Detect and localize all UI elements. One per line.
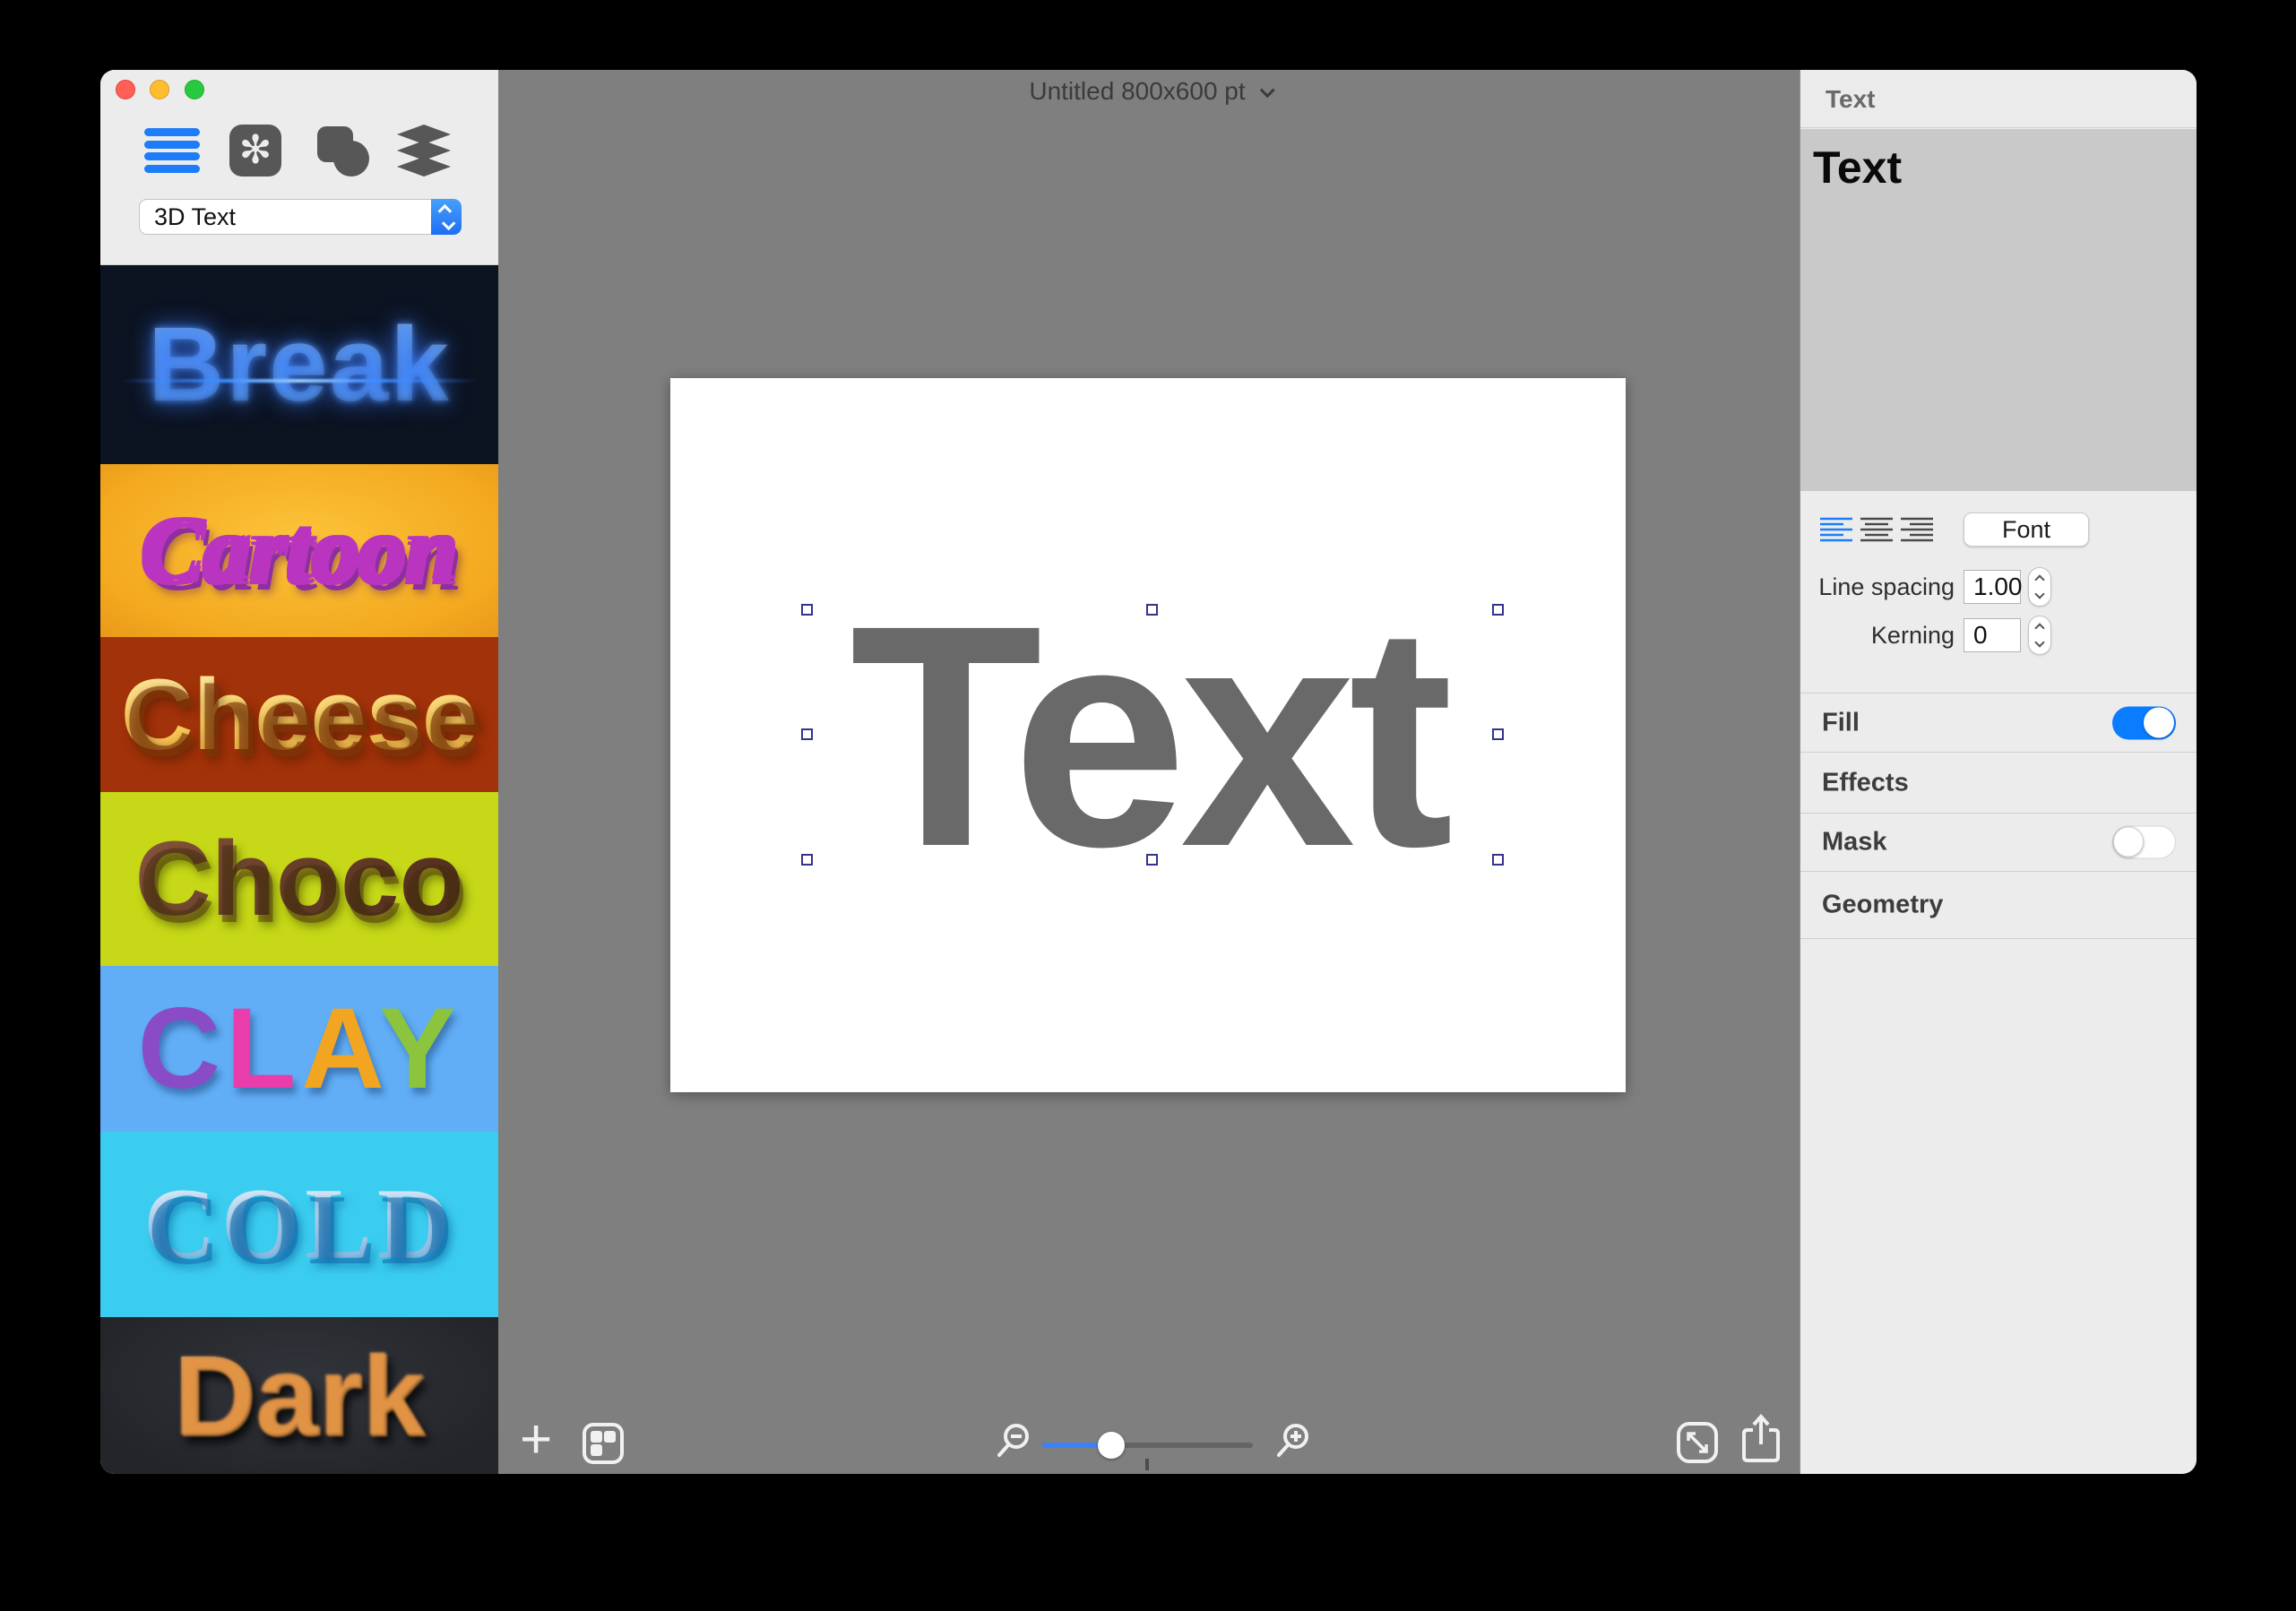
inspector-title: Text bbox=[1800, 70, 2197, 128]
styles-icon[interactable]: ✻ bbox=[227, 124, 284, 177]
glow-beam bbox=[120, 378, 479, 383]
sidebar: ✻ 3D Text Break Cartoon Cheese Choco CLA… bbox=[100, 70, 498, 1474]
section-effects[interactable]: Effects bbox=[1800, 752, 2197, 813]
add-object-button[interactable]: + bbox=[520, 1412, 552, 1468]
shapes-icon[interactable] bbox=[314, 124, 371, 177]
align-center-button[interactable] bbox=[1860, 516, 1894, 545]
section-mask[interactable]: Mask bbox=[1800, 813, 2197, 871]
font-button[interactable]: Font bbox=[1964, 513, 2089, 547]
fill-toggle[interactable] bbox=[2112, 706, 2176, 739]
preset-category-dropdown[interactable]: 3D Text bbox=[139, 199, 462, 235]
resize-handle[interactable] bbox=[1146, 604, 1158, 616]
align-left-button[interactable] bbox=[1820, 516, 1854, 545]
clay-letter-0: C bbox=[137, 985, 227, 1113]
artboard[interactable]: Text bbox=[670, 378, 1626, 1092]
preset-cheese[interactable]: Cheese bbox=[100, 637, 498, 792]
align-right-button[interactable] bbox=[1899, 516, 1933, 545]
preset-dark[interactable]: Dark bbox=[100, 1317, 498, 1474]
dropdown-value: 3D Text bbox=[154, 202, 237, 230]
selection-box bbox=[801, 604, 1504, 866]
sidebar-toolbar: ✻ bbox=[100, 124, 498, 177]
line-spacing-label: Line spacing bbox=[1818, 573, 1955, 600]
zoom-center-tick bbox=[1145, 1459, 1149, 1470]
content-list-icon[interactable] bbox=[143, 124, 201, 177]
app-window: Untitled 800x600 pt Text + ✻ 3D Text Bre… bbox=[100, 70, 2197, 1474]
resize-handle[interactable] bbox=[801, 604, 813, 616]
dropdown-stepper-icon bbox=[431, 199, 462, 235]
section-fill[interactable]: Fill bbox=[1800, 693, 2197, 752]
kerning-input[interactable]: 0 bbox=[1964, 618, 2021, 652]
section-geometry[interactable]: Geometry bbox=[1800, 871, 2197, 939]
line-spacing-input[interactable]: 1.00 bbox=[1964, 570, 2023, 604]
resize-handle[interactable] bbox=[1492, 604, 1504, 616]
resize-handle[interactable] bbox=[801, 854, 813, 866]
zoom-out-icon[interactable] bbox=[995, 1421, 1032, 1459]
resize-handle[interactable] bbox=[1146, 854, 1158, 866]
clay-letter-3: Y bbox=[378, 985, 462, 1113]
zoom-slider[interactable] bbox=[1042, 1432, 1253, 1459]
preset-break[interactable]: Break bbox=[100, 265, 498, 464]
minimize-button[interactable] bbox=[150, 80, 169, 99]
clay-letter-2: A bbox=[301, 985, 379, 1113]
layers-icon[interactable] bbox=[395, 124, 453, 177]
clay-letter-1: L bbox=[226, 985, 302, 1113]
canvas-area: Untitled 800x600 pt Text + bbox=[498, 70, 1800, 1474]
preset-clay[interactable]: CLAY bbox=[100, 966, 498, 1132]
close-button[interactable] bbox=[116, 80, 135, 99]
inspector-panel: Text Text Font Line spacing 1.00 Kerning… bbox=[1800, 70, 2197, 1474]
zoom-window-button[interactable] bbox=[185, 80, 204, 99]
mask-toggle[interactable] bbox=[2112, 825, 2176, 859]
resize-handle[interactable] bbox=[801, 728, 813, 740]
text-content-editor[interactable]: Text bbox=[1800, 129, 2197, 491]
fullscreen-icon[interactable] bbox=[1676, 1421, 1719, 1464]
preset-choco[interactable]: Choco bbox=[100, 792, 498, 966]
sidebar-header: ✻ 3D Text bbox=[100, 70, 498, 265]
preset-cartoon[interactable]: Cartoon bbox=[100, 464, 498, 637]
bottom-toolbar: + bbox=[498, 1412, 1800, 1474]
share-icon[interactable] bbox=[1740, 1414, 1782, 1464]
kerning-stepper[interactable] bbox=[2028, 616, 2051, 655]
chevron-down-icon bbox=[1259, 82, 1275, 99]
zoom-slider-knob[interactable] bbox=[1098, 1432, 1125, 1459]
preset-cold[interactable]: COLD bbox=[100, 1132, 498, 1317]
templates-button[interactable] bbox=[583, 1423, 624, 1464]
resize-handle[interactable] bbox=[1492, 854, 1504, 866]
resize-handle[interactable] bbox=[1492, 728, 1504, 740]
document-title[interactable]: Untitled 800x600 pt bbox=[498, 77, 1800, 106]
kerning-label: Kerning bbox=[1870, 622, 1955, 649]
zoom-in-icon[interactable] bbox=[1274, 1421, 1312, 1459]
line-spacing-stepper[interactable] bbox=[2028, 567, 2051, 607]
